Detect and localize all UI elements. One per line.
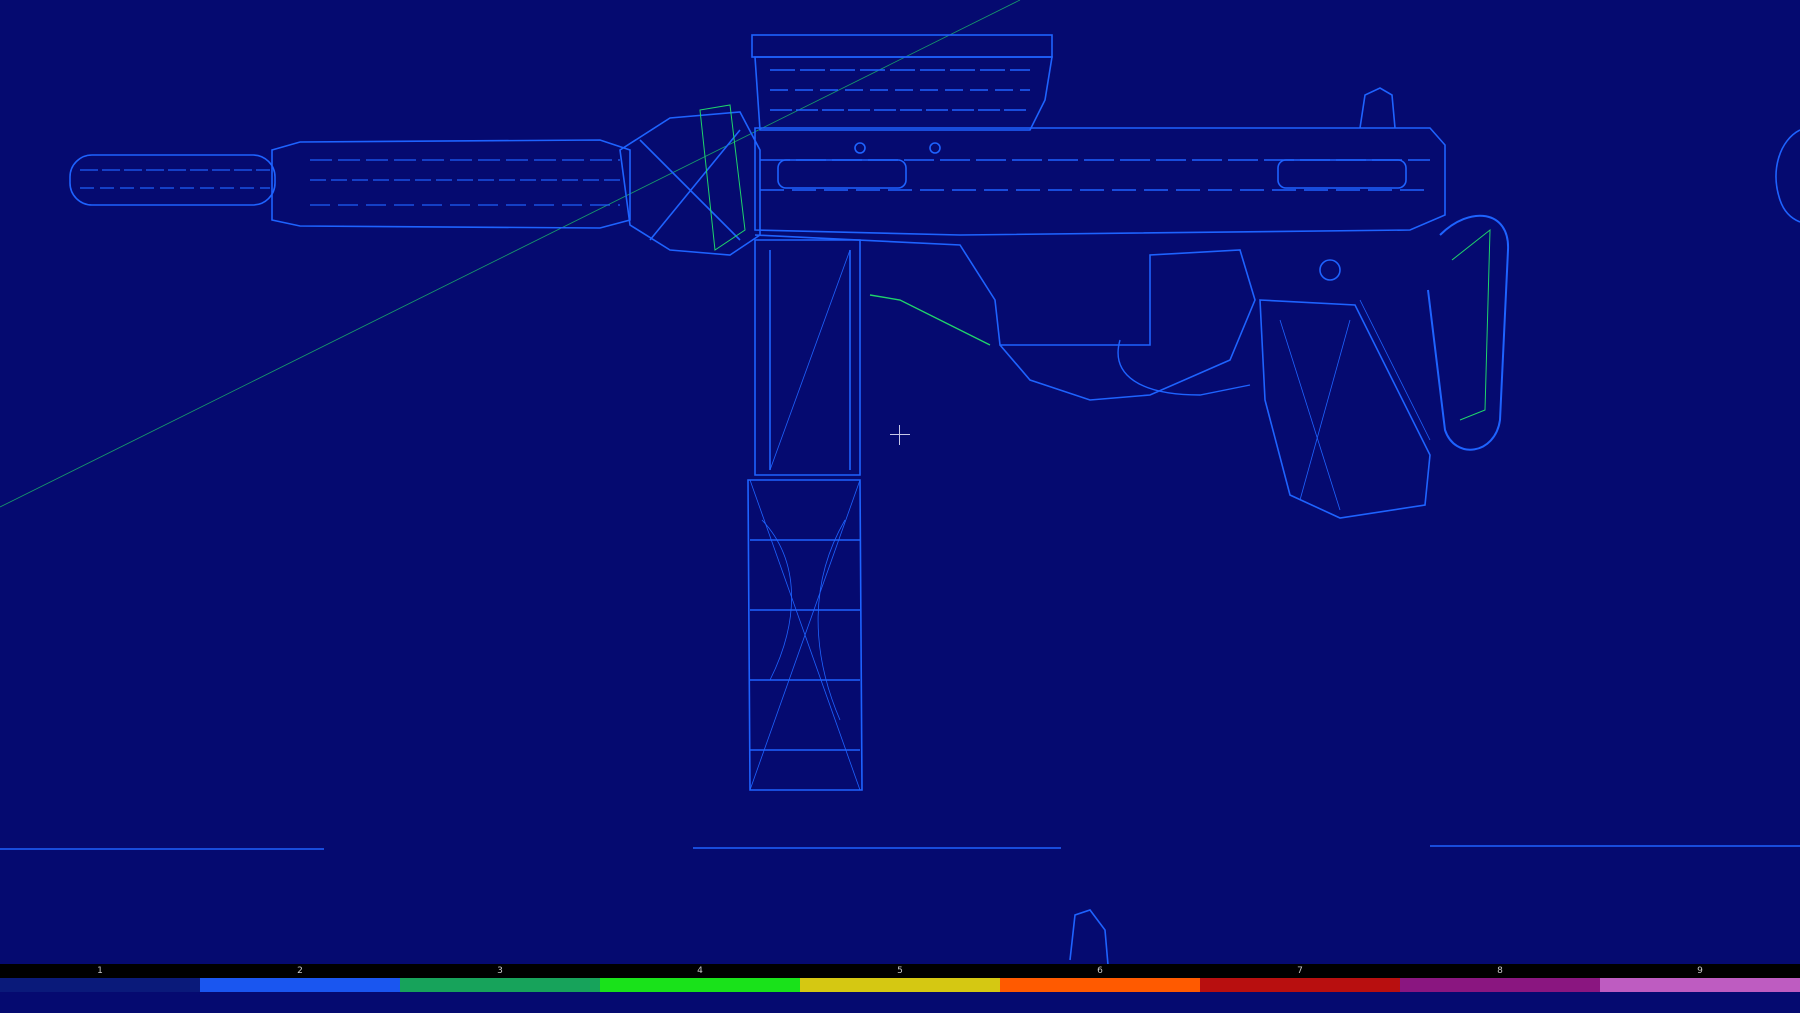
drum-magazine <box>747 479 863 791</box>
scope <box>751 34 1053 131</box>
pistol-grip <box>1259 299 1431 519</box>
suppressor <box>69 139 631 229</box>
palette-slot-label-5: 5 <box>897 966 903 976</box>
palette-slot-label-8: 8 <box>1497 966 1503 976</box>
palette-swatch-2[interactable] <box>200 978 400 992</box>
palette-slot-label-4: 4 <box>697 966 703 976</box>
palette-slot-label-9: 9 <box>1697 966 1703 976</box>
magazine-well <box>754 239 861 476</box>
palette-slot-label-2: 2 <box>297 966 303 976</box>
viewport-crosshair <box>890 425 910 445</box>
palette-slot-label-7: 7 <box>1297 966 1303 976</box>
palette-slot-label-6: 6 <box>1097 966 1103 976</box>
palette-swatch-7[interactable] <box>1200 978 1400 992</box>
palette-swatch-8[interactable] <box>1400 978 1600 992</box>
wireframe-viewport[interactable]: 1 2 3 4 5 6 7 8 9 <box>0 0 1800 1013</box>
reference-diagonal <box>0 0 1021 508</box>
palette-swatch-5[interactable] <box>800 978 1000 992</box>
palette-swatch-3[interactable] <box>400 978 600 992</box>
palette-slot-label-3: 3 <box>497 966 503 976</box>
palette-swatch-1[interactable] <box>0 978 200 992</box>
palette-bottom-strip <box>0 992 1800 1013</box>
palette-swatch-6[interactable] <box>1000 978 1200 992</box>
partial-model-right <box>1775 129 1800 223</box>
palette-swatch-4[interactable] <box>600 978 800 992</box>
muzzle-collar <box>619 104 761 256</box>
folded-stock <box>1427 214 1510 451</box>
palette-labels: 1 2 3 4 5 6 7 8 9 <box>0 964 1800 978</box>
palette-slot-label-1: 1 <box>97 966 103 976</box>
palette-swatch-9[interactable] <box>1600 978 1800 992</box>
wireframe-model <box>0 0 1800 1013</box>
palette-swatches <box>0 978 1800 992</box>
lower-receiver <box>754 234 1341 401</box>
color-palette-bar: 1 2 3 4 5 6 7 8 9 <box>0 964 1800 1013</box>
smg-model <box>0 0 1800 1013</box>
